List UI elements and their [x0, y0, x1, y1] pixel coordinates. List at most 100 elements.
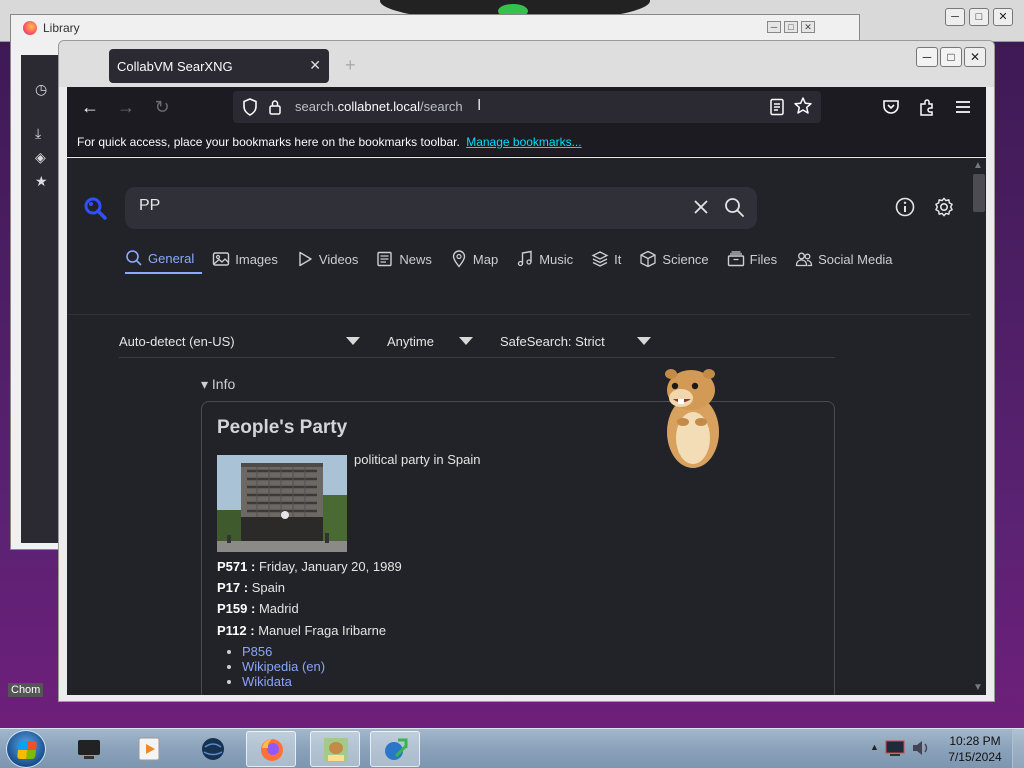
- hamburger-menu-icon[interactable]: [953, 97, 973, 117]
- tab-news[interactable]: News: [376, 244, 440, 274]
- browser-minimize-button[interactable]: ─: [916, 47, 938, 67]
- reload-icon[interactable]: ↻: [151, 96, 173, 118]
- clock-date: 7/15/2024: [948, 750, 1002, 764]
- hamster-box-icon: [324, 738, 348, 762]
- tab-social-media[interactable]: Social Media: [795, 244, 900, 274]
- time-dropdown-caret-icon[interactable]: [459, 337, 473, 345]
- url-subdomain: search.: [295, 99, 338, 114]
- taskbar-app-globe[interactable]: [188, 731, 238, 767]
- wikipedia-link[interactable]: Wikipedia (en): [242, 659, 325, 674]
- tab-videos[interactable]: Videos: [296, 244, 367, 274]
- searxng-logo-icon[interactable]: [83, 196, 107, 220]
- page-scrollbar[interactable]: ▲ ▼: [970, 158, 986, 695]
- tab-science[interactable]: Science: [639, 244, 716, 274]
- tab-music[interactable]: Music: [516, 244, 581, 274]
- reader-view-icon[interactable]: [769, 98, 785, 116]
- media-player-icon: [138, 737, 160, 761]
- tab-general-label: General: [148, 250, 195, 266]
- about-info-icon[interactable]: [895, 197, 915, 217]
- search-box: [125, 187, 757, 229]
- language-select[interactable]: Auto-detect (en-US): [119, 334, 235, 349]
- safesearch-select[interactable]: SafeSearch: Strict: [500, 334, 605, 349]
- extensions-puzzle-icon[interactable]: [917, 97, 937, 117]
- tab-images-label: Images: [235, 251, 278, 267]
- url-text[interactable]: search.collabnet.local/search: [295, 99, 463, 114]
- url-domain: collabnet.local: [337, 99, 421, 114]
- pocket-icon[interactable]: [881, 97, 901, 117]
- search-filters: Auto-detect (en-US) Anytime SafeSearch: …: [119, 330, 835, 358]
- tab-science-label: Science: [662, 251, 709, 267]
- minimize-button[interactable]: ─: [945, 8, 965, 26]
- back-arrow-icon[interactable]: ←: [79, 96, 101, 118]
- attribute-key: P112 :: [217, 623, 255, 638]
- taskbar-app-explorer[interactable]: [64, 731, 114, 767]
- time-range-select[interactable]: Anytime: [387, 334, 434, 349]
- taskbar-app-media-player[interactable]: [124, 731, 174, 767]
- tab-map-label: Map: [472, 251, 499, 267]
- manage-bookmarks-link[interactable]: Manage bookmarks...: [466, 135, 581, 149]
- firefox-icon: [261, 739, 283, 761]
- infobox-image[interactable]: [217, 455, 347, 552]
- settings-gear-icon[interactable]: [933, 196, 955, 218]
- hamster-desktop-pet-icon[interactable]: [661, 366, 725, 470]
- attribute-key: P159 :: [217, 601, 256, 616]
- downloads-icon[interactable]: ⤓: [35, 125, 41, 142]
- browser-close-button[interactable]: ✕: [964, 47, 986, 67]
- show-desktop-button[interactable]: [1012, 729, 1024, 768]
- play-icon: [299, 251, 312, 267]
- scroll-up-arrow-icon[interactable]: ▲: [973, 160, 983, 171]
- chrome-window-label[interactable]: Chom: [8, 683, 44, 697]
- maximize-button[interactable]: □: [969, 8, 989, 26]
- scroll-down-arrow-icon[interactable]: ▼: [973, 682, 983, 693]
- library-maximize-button[interactable]: □: [784, 21, 798, 33]
- wikidata-link[interactable]: Wikidata: [242, 674, 292, 689]
- tab-images[interactable]: Images: [212, 244, 286, 274]
- tracking-shield-icon[interactable]: [243, 98, 257, 116]
- browser-maximize-button[interactable]: □: [940, 47, 962, 67]
- speaker-icon[interactable]: [910, 737, 932, 759]
- tab-map[interactable]: Map: [450, 244, 506, 274]
- tab-files[interactable]: Files: [727, 244, 785, 274]
- lock-icon[interactable]: [269, 99, 281, 115]
- tags-icon[interactable]: ◈: [35, 149, 46, 166]
- tab-general[interactable]: General: [125, 244, 203, 274]
- tab-it[interactable]: It: [591, 244, 629, 274]
- tray-expand-icon[interactable]: ▲: [870, 742, 879, 752]
- search-icon: [126, 250, 142, 266]
- history-icon[interactable]: ◷: [35, 81, 47, 98]
- taskbar-app-downloader[interactable]: [370, 731, 420, 767]
- page-content: General Images Videos News Map Music: [67, 158, 986, 695]
- newspaper-icon: [377, 251, 393, 267]
- bookmark-star-icon[interactable]: [793, 96, 813, 116]
- network-icon[interactable]: [884, 737, 906, 759]
- safesearch-dropdown-caret-icon[interactable]: [637, 337, 651, 345]
- category-divider: [67, 314, 970, 315]
- scrollbar-thumb[interactable]: [973, 174, 985, 212]
- close-button[interactable]: ✕: [993, 8, 1013, 26]
- start-button[interactable]: [6, 730, 46, 768]
- library-minimize-button[interactable]: ─: [767, 21, 781, 33]
- attribute-value: Madrid: [258, 601, 299, 616]
- taskbar-clock[interactable]: 10:28 PM 7/15/2024: [940, 733, 1010, 765]
- firefox-window: CollabVM SearXNG ✕ + ─ □ ✕ ← → ↻ search.…: [58, 40, 995, 702]
- new-tab-icon[interactable]: +: [345, 55, 356, 76]
- monitor-app-icon: [78, 740, 100, 759]
- forward-arrow-icon[interactable]: →: [115, 96, 137, 118]
- headquarters-building-image: [217, 455, 347, 552]
- search-input[interactable]: [139, 197, 639, 215]
- url-bar[interactable]: search.collabnet.local/search I: [233, 91, 821, 123]
- language-dropdown-caret-icon[interactable]: [346, 337, 360, 345]
- download-globe-icon: [385, 738, 408, 760]
- bookmarks-star-icon[interactable]: ★: [35, 173, 48, 190]
- search-submit-icon[interactable]: [723, 196, 745, 218]
- list-item: P856: [242, 644, 325, 659]
- tab-collabvm-searxng[interactable]: CollabVM SearXNG ✕: [109, 49, 329, 83]
- clear-search-icon[interactable]: [691, 197, 711, 217]
- cube-icon: [640, 250, 657, 268]
- library-close-button[interactable]: ✕: [801, 21, 815, 33]
- taskbar-app-bonzibox[interactable]: [310, 731, 360, 767]
- taskbar-app-firefox[interactable]: [246, 731, 296, 767]
- info-toggle[interactable]: ▾ Info: [201, 376, 235, 393]
- close-tab-icon[interactable]: ✕: [309, 57, 321, 74]
- official-website-link[interactable]: P856: [242, 644, 272, 659]
